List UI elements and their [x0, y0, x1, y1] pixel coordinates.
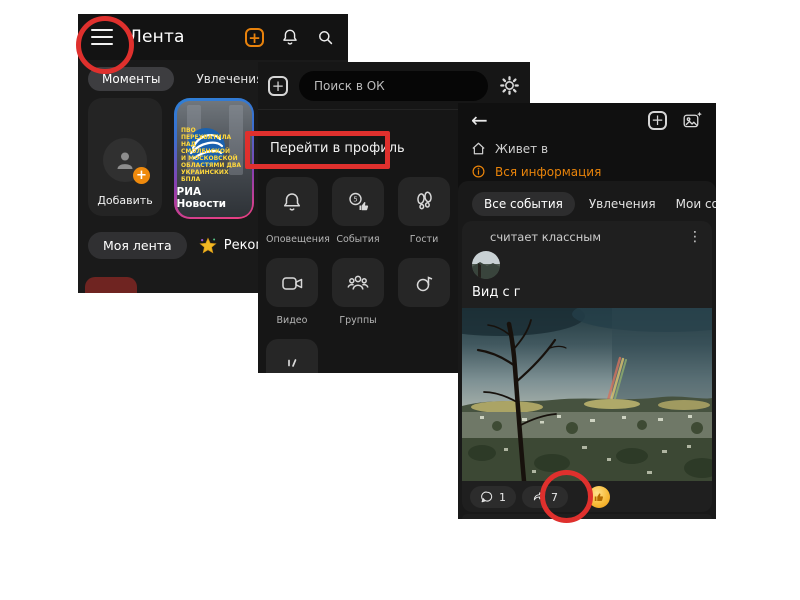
game-icon — [280, 352, 304, 374]
menu-item-videos[interactable]: Видео — [266, 258, 318, 339]
profile-screen: ← + Живет в Вся информация Все события У… — [458, 103, 716, 519]
story-caption: ПВО ПЕРЕХВАТИЛА НАД СМОЛЕНСКОЙ И МОСКОВС… — [181, 127, 247, 183]
groups-icon — [346, 271, 370, 295]
add-post-icon[interactable]: + — [245, 28, 264, 47]
tab-my-events[interactable]: Мои события — [670, 192, 716, 216]
bell-icon[interactable] — [280, 27, 300, 47]
tab-hobbies[interactable]: Увлечения — [583, 192, 662, 216]
gear-icon[interactable] — [499, 75, 520, 96]
thumb-up-icon — [593, 491, 605, 503]
home-icon — [471, 141, 486, 156]
lives-in-label: Живет в — [495, 142, 548, 156]
tab-all-events[interactable]: Все события — [472, 192, 575, 216]
post-caption: Вид с г — [462, 279, 712, 308]
avatar-placeholder: + — [103, 138, 147, 182]
menu-item-games-partial[interactable] — [266, 339, 318, 373]
post-action-text: считает классным — [490, 230, 601, 244]
person-icon — [113, 148, 137, 172]
menu-item-guests[interactable]: Гости — [398, 177, 450, 258]
my-feed-button[interactable]: Моя лента — [88, 232, 187, 259]
all-info-link: Вся информация — [495, 165, 601, 179]
music-icon — [412, 271, 436, 295]
next-card-peek — [462, 514, 712, 519]
menu-item-notifications[interactable]: Оповещения — [266, 177, 318, 258]
star-icon — [199, 237, 217, 255]
add-badge-icon: + — [133, 167, 150, 184]
search-input[interactable]: Поиск в ОК — [299, 71, 488, 101]
all-info-row[interactable]: Вся информация — [458, 160, 716, 183]
profile-content: Все события Увлечения Мои события считае… — [458, 181, 716, 519]
page-title: Лента — [129, 27, 185, 47]
video-icon — [280, 271, 304, 295]
profile-header: ← + — [458, 103, 716, 137]
back-icon[interactable]: ← — [471, 110, 488, 130]
search-placeholder: Поиск в ОК — [314, 79, 385, 93]
bell-icon — [280, 190, 304, 214]
post-header: считает классным ⋮ — [462, 221, 712, 244]
annotation-rect-go-to-profile — [245, 131, 390, 169]
search-icon[interactable] — [316, 28, 335, 47]
footprints-icon — [412, 190, 436, 214]
kebab-menu-icon[interactable]: ⋮ — [688, 230, 702, 244]
events-badge-icon: 5 — [346, 190, 370, 214]
lives-in-row: Живет в — [458, 137, 716, 160]
partial-card — [85, 277, 137, 293]
info-icon — [471, 164, 486, 179]
profile-tabs: Все события Увлечения Мои события — [458, 181, 716, 222]
add-story-card[interactable]: + Добавить — [88, 98, 162, 216]
add-icon[interactable]: + — [648, 111, 667, 130]
story-label: Добавить — [97, 194, 152, 207]
menu-item-events[interactable]: 5 События — [332, 177, 384, 258]
post-photo-landscape[interactable] — [462, 308, 712, 481]
annotation-circle-hamburger — [76, 16, 134, 74]
comment-count: 1 — [499, 491, 506, 504]
story-card-ria[interactable]: ПВО ПЕРЕХВАТИЛА НАД СМОЛЕНСКОЙ И МОСКОВС… — [174, 98, 254, 219]
comment-icon — [480, 490, 494, 504]
annotation-circle-like — [540, 470, 593, 523]
add-photo-icon[interactable] — [682, 110, 703, 131]
svg-text:5: 5 — [353, 195, 357, 203]
avatar[interactable] — [472, 251, 500, 279]
comment-button[interactable]: 1 — [470, 486, 516, 508]
story-source-name: РИА Новости — [177, 186, 252, 210]
menu-item-music-partial[interactable] — [398, 258, 450, 339]
menu-item-groups[interactable]: Группы — [332, 258, 384, 339]
post-card: считает классным ⋮ Вид с г — [462, 221, 712, 512]
create-icon[interactable]: + — [268, 76, 288, 96]
